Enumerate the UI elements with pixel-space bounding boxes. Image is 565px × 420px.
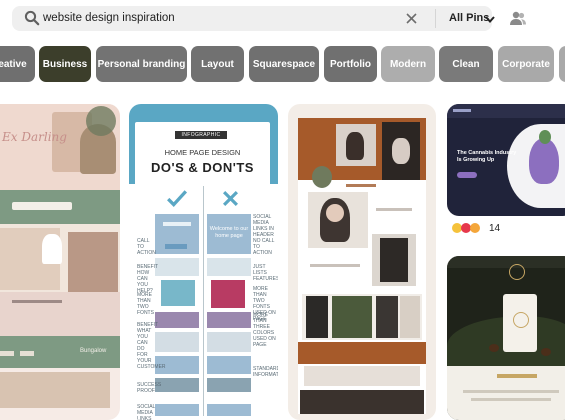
pin-card-cannabis[interactable]: The Cannabis Industry Is Growing Up [447, 104, 565, 216]
infographic-left-label: CALL TO ACTION [137, 238, 156, 256]
infographic-right-label: JUST LISTS FEATURES [253, 264, 278, 282]
infographic-left-label: SOCIAL MEDIA LINKS [137, 404, 156, 420]
chip-modern[interactable]: Modern [381, 46, 435, 82]
check-icon [167, 190, 188, 207]
wow-emoji-icon [470, 223, 480, 233]
pin-card-infographic[interactable]: INFOGRAPHIC HOME PAGE DESIGN DO'S & DON'… [129, 104, 278, 420]
chip-corporate[interactable]: Corporate [498, 46, 554, 82]
reaction-emojis[interactable] [452, 222, 488, 234]
cannabis-heading: The Cannabis Industry Is Growing Up [457, 150, 517, 163]
search-bar[interactable]: website design inspiration All Pins [12, 6, 495, 31]
infographic-tag: INFOGRAPHIC [175, 131, 227, 139]
infographic-left-label: BENEFIT WHAT YOU CAN DO FOR YOUR CUSTOME… [137, 322, 166, 370]
infographic-right-label: SOCIAL MEDIA LINKS IN HEADER [253, 214, 274, 238]
pin-footer-text: Bungalow [80, 348, 107, 354]
coffee-logo [509, 264, 525, 280]
chip-creative[interactable]: eative [0, 46, 35, 82]
pin-card-coffee[interactable] [447, 256, 565, 420]
reaction-count: 14 [489, 223, 501, 234]
pin-card-portfolio[interactable] [288, 104, 436, 420]
chip-squarespace[interactable]: Squarespace [249, 46, 319, 82]
infographic-title-line1: HOME PAGE DESIGN [164, 148, 241, 157]
infographic-title-line2: DO'S & DON'TS [151, 160, 254, 175]
infographic-right-label: MORE THAN THREE COLORS USED ON PAGE [253, 312, 276, 348]
chip-next[interactable] [559, 46, 565, 82]
chip-business[interactable]: Business [39, 46, 91, 82]
infographic-welcome-text: Welcome to our home page [209, 226, 249, 239]
infographic-left-label: BENEFIT HOW CAN YOU HELP? [137, 264, 159, 294]
pin-card-branding[interactable]: Ex Darling Bungalow [0, 104, 120, 420]
clear-icon[interactable] [405, 12, 418, 25]
people-icon[interactable] [509, 10, 527, 26]
chip-clean[interactable]: Clean [439, 46, 493, 82]
infographic-right-label: STANDARD INFORMATION [253, 366, 278, 378]
search-icon [24, 10, 40, 26]
infographic-left-label: MORE THAN TWO FONTS [137, 292, 154, 316]
search-divider [435, 9, 436, 28]
chip-portfolio[interactable]: Portfolio [324, 46, 377, 82]
search-input[interactable]: website design inspiration [43, 6, 175, 31]
chevron-down-icon[interactable] [484, 13, 496, 25]
cross-icon [222, 190, 239, 207]
chip-personal-branding[interactable]: Personal branding [96, 46, 187, 82]
infographic-left-label: SUCCESS PROOF [137, 382, 162, 394]
pin-script-text: Ex Darling [2, 130, 67, 144]
infographic-right-label: NO CALL TO ACTION [253, 238, 275, 256]
chip-layout[interactable]: Layout [191, 46, 244, 82]
